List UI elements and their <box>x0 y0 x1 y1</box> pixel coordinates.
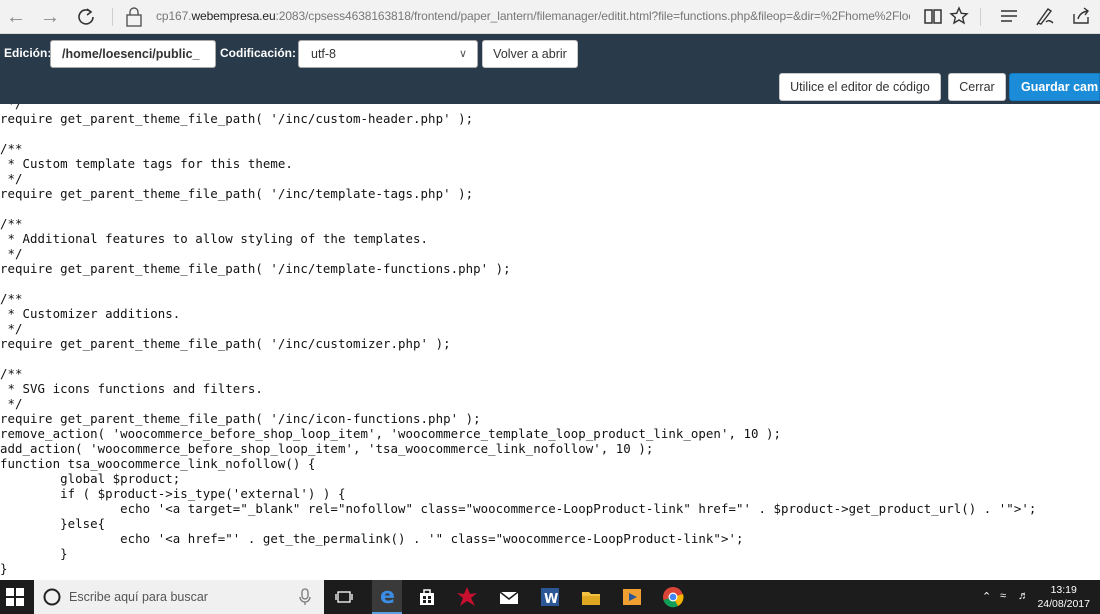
code-editor-textarea[interactable]: */ require get_parent_theme_file_path( '… <box>0 104 1100 580</box>
save-button[interactable]: Guardar camb <box>1009 73 1100 101</box>
notes-icon[interactable] <box>1034 5 1060 29</box>
explorer-icon[interactable] <box>578 584 604 610</box>
chevron-up-icon[interactable]: ⌃ <box>982 590 991 603</box>
edge-icon[interactable]: e <box>372 580 402 614</box>
svg-text:e: e <box>380 584 395 609</box>
refresh-icon[interactable] <box>74 5 98 29</box>
browser-toolbar: ← → cp167.webempresa.eu:2083/cpsess46381… <box>0 0 1100 34</box>
hub-icon[interactable] <box>998 5 1024 29</box>
taskbar-search[interactable]: Escribe aquí para buscar <box>34 580 324 614</box>
system-tray[interactable]: ⌃ ≈ ♬ <box>982 590 1042 606</box>
code-content: */ require get_parent_theme_file_path( '… <box>0 104 1037 576</box>
store-icon[interactable] <box>414 584 440 610</box>
encoding-select[interactable]: utf-8 ∨ <box>298 40 478 68</box>
cortana-icon <box>42 587 62 607</box>
reopen-button[interactable]: Volver a abrir <box>482 40 578 68</box>
chrome-icon[interactable] <box>660 584 686 610</box>
reading-view-icon[interactable] <box>922 5 948 29</box>
url-path: :2083/cpsess4638163818/frontend/paper_la… <box>275 9 910 23</box>
word-icon[interactable]: W <box>537 584 563 610</box>
file-path-field[interactable]: /home/loesenci/public_ <box>50 40 216 68</box>
volume-icon[interactable]: ♬ <box>1018 590 1029 602</box>
chevron-down-icon: ∨ <box>458 48 467 60</box>
encoding-label: Codificación: <box>220 46 297 60</box>
svg-text:W: W <box>544 592 558 607</box>
encoding-value: utf-8 <box>311 47 337 61</box>
close-button[interactable]: Cerrar <box>948 73 1006 101</box>
toolbar-separator <box>112 8 113 26</box>
clock-time: 13:19 <box>1050 584 1077 596</box>
task-view-icon[interactable] <box>331 584 357 610</box>
address-bar[interactable]: cp167.webempresa.eu:2083/cpsess463816381… <box>156 9 910 23</box>
code-editor-button[interactable]: Utilice el editor de código <box>779 73 941 101</box>
forward-icon[interactable]: → <box>38 5 62 29</box>
clock-date: 24/08/2017 <box>1037 598 1090 610</box>
taskbar-clock[interactable]: 13:19 24/08/2017 <box>1037 583 1090 611</box>
url-domain: webempresa.eu <box>191 9 276 23</box>
wifi-icon[interactable]: ≈ <box>1000 590 1006 602</box>
url-prefix: cp167. <box>156 9 192 23</box>
mail-icon[interactable] <box>496 584 522 610</box>
share-icon[interactable] <box>1070 5 1096 29</box>
toolbar-separator-2 <box>980 8 981 26</box>
taskbar: Escribe aquí para buscar e W ⌃ ≈ ♬ 13:19… <box>0 580 1100 614</box>
windows-start-icon[interactable] <box>6 588 24 606</box>
lock-icon[interactable] <box>124 6 144 28</box>
editor-header: Edición: /home/loesenci/public_ Codifica… <box>0 34 1100 104</box>
game-app-icon[interactable] <box>454 584 480 610</box>
media-icon[interactable] <box>619 584 645 610</box>
back-icon[interactable]: ← <box>4 5 28 29</box>
search-placeholder: Escribe aquí para buscar <box>69 590 208 604</box>
microphone-icon[interactable] <box>298 588 312 606</box>
favorite-star-icon[interactable] <box>948 5 974 29</box>
edition-label: Edición: <box>4 46 52 60</box>
